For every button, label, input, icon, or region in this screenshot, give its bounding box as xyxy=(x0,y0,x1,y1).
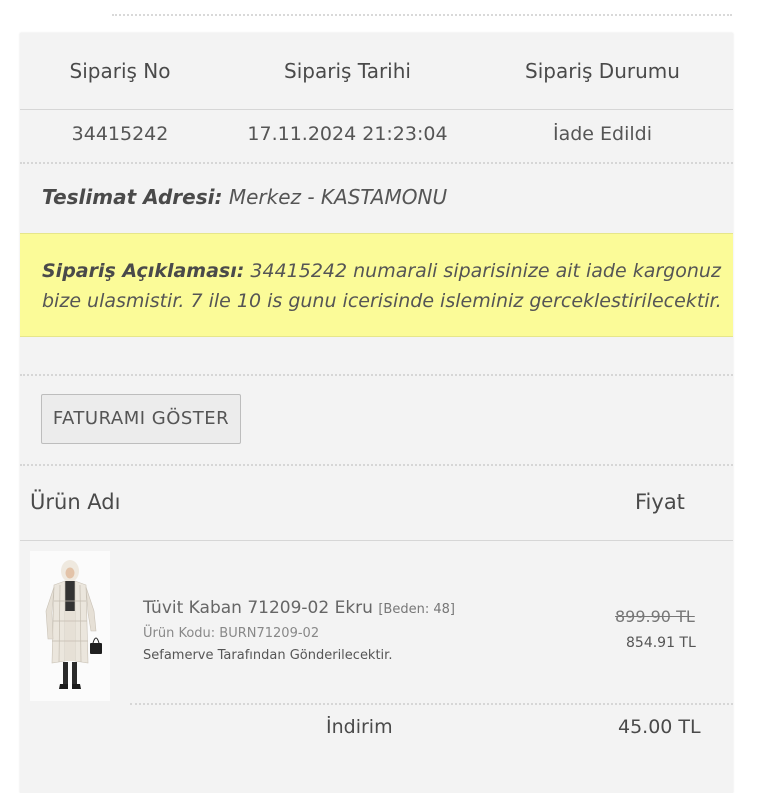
product-image[interactable] xyxy=(30,551,110,701)
products-table-header: Ürün Adı Fiyat xyxy=(20,466,733,541)
order-no-value: 34415242 xyxy=(71,123,169,145)
divider xyxy=(130,703,733,705)
header-order-no: Sipariş No xyxy=(69,59,171,83)
product-row: Tüvit Kaban 71209-02 Ekru [Beden: 48] Ür… xyxy=(20,541,733,703)
order-detail-card: Sipariş No Sipariş Tarihi Sipariş Durumu… xyxy=(20,33,733,793)
product-code: Ürün Kodu: BURN71209-02 xyxy=(143,626,320,641)
order-note-box: Sipariş Açıklaması: 34415242 numarali si… xyxy=(20,233,733,337)
delivery-address: Teslimat Adresi: Merkez - KASTAMONU xyxy=(42,185,447,209)
product-title[interactable]: Tüvit Kaban 71209-02 Ekru [Beden: 48] xyxy=(143,598,455,618)
order-note: Sipariş Açıklaması: 34415242 numarali si… xyxy=(42,256,722,316)
product-name[interactable]: Tüvit Kaban 71209-02 Ekru xyxy=(143,598,373,618)
delivery-address-label: Teslimat Adresi: xyxy=(42,185,223,209)
order-note-label: Sipariş Açıklaması: xyxy=(42,260,245,282)
header-order-date: Sipariş Tarihi xyxy=(284,59,411,83)
discount-label: İndirim xyxy=(326,716,393,738)
header-product-name: Ürün Adı xyxy=(30,490,121,514)
product-old-price: 899.90 TL xyxy=(615,607,695,626)
order-table-header: Sipariş No Sipariş Tarihi Sipariş Durumu xyxy=(20,33,733,110)
order-table-row: 34415242 17.11.2024 21:23:04 İade Edildi xyxy=(20,110,733,164)
divider xyxy=(20,374,733,376)
product-price: 854.91 TL xyxy=(626,635,696,651)
order-date-value: 17.11.2024 21:23:04 xyxy=(247,123,448,145)
header-price: Fiyat xyxy=(635,490,685,514)
discount-value: 45.00 TL xyxy=(618,716,701,738)
show-invoice-button[interactable]: FATURAMI GÖSTER xyxy=(41,394,241,444)
top-divider xyxy=(112,14,732,16)
product-seller: Sefamerve Tarafından Gönderilecektir. xyxy=(143,648,393,663)
product-size: [Beden: 48] xyxy=(378,602,455,617)
delivery-address-value: Merkez - KASTAMONU xyxy=(228,185,448,209)
order-status-value: İade Edildi xyxy=(553,123,652,145)
header-order-status: Sipariş Durumu xyxy=(525,59,680,83)
